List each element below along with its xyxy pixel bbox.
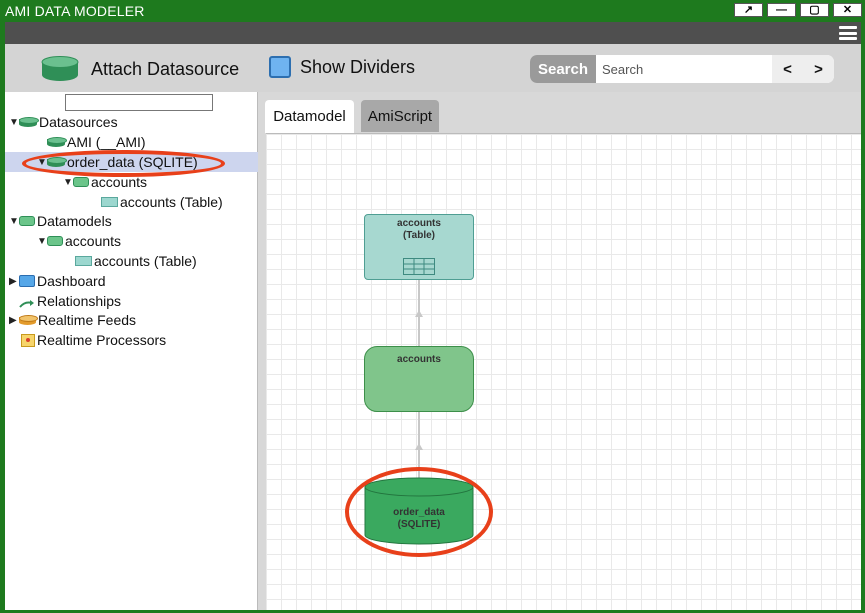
datasource-node-name: order_data — [393, 507, 445, 518]
datasource-node-type: (SQLITE) — [397, 519, 441, 530]
datasource-icon — [47, 156, 67, 168]
tree-item-ami-datasource[interactable]: AMI (__AMI) — [47, 132, 146, 152]
tree-item-dm-accounts[interactable]: ▼ accounts — [37, 231, 121, 251]
tab-datamodel[interactable]: Datamodel — [265, 100, 354, 133]
processor-icon — [21, 333, 35, 347]
tree-item-label: accounts — [65, 233, 122, 249]
datasource-icon — [41, 56, 79, 82]
datamodel-icon — [19, 216, 35, 226]
datasource-icon — [47, 136, 67, 148]
datasource-icon — [19, 116, 39, 128]
tree-item-label: Realtime Feeds — [38, 312, 137, 328]
hamburger-menu-icon[interactable] — [839, 26, 857, 40]
maximize-button[interactable]: ▢ — [800, 3, 829, 17]
tree-item-order-data[interactable]: ▼ order_data (SQLITE) — [5, 152, 258, 172]
collapsed-caret-icon[interactable]: ▶ — [9, 315, 19, 326]
search-bar: Search < > — [530, 55, 834, 83]
popout-button[interactable]: ↗ — [734, 3, 763, 17]
main-panel: Datamodel AmiScript accounts (Table) acc… — [264, 92, 861, 610]
table-node-accounts[interactable]: accounts (Table) — [364, 214, 474, 280]
tree-item-label: Datamodels — [37, 213, 112, 229]
tree-item-relationships[interactable]: Relationships — [19, 291, 121, 311]
tree-item-ds-accounts[interactable]: ▼ accounts — [63, 172, 147, 192]
datamodel-icon — [47, 236, 63, 246]
show-dividers-checkbox[interactable] — [269, 56, 291, 78]
tree-panel: ▼ Datasources AMI (__AMI) ▼ order_data (… — [5, 92, 258, 610]
search-prev-button[interactable]: < — [772, 55, 803, 83]
tree-item-ds-accounts-table[interactable]: accounts (Table) — [101, 192, 223, 212]
tree-item-label: Realtime Processors — [37, 332, 167, 348]
window-title: AMI DATA MODELER — [5, 3, 145, 19]
expanded-caret-icon[interactable]: ▼ — [37, 157, 47, 168]
search-input[interactable] — [596, 55, 772, 83]
datamodel-node-accounts[interactable]: accounts — [364, 346, 474, 412]
expanded-caret-icon[interactable]: ▼ — [63, 177, 73, 188]
toolbar: Attach Datasource Show Dividers Search <… — [5, 44, 861, 92]
tree-item-realtime-processors[interactable]: Realtime Processors — [21, 330, 166, 350]
table-node-name: accounts — [397, 218, 441, 229]
tree-item-realtime-feeds[interactable]: ▶ Realtime Feeds — [9, 310, 136, 330]
tree-item-label: order_data (SQLITE) — [67, 154, 198, 170]
table-icon — [101, 197, 118, 207]
expanded-caret-icon[interactable]: ▼ — [37, 236, 47, 247]
arrow-up-icon — [415, 443, 423, 450]
tab-amiscript[interactable]: AmiScript — [361, 100, 439, 132]
show-dividers-toggle[interactable]: Show Dividers — [269, 56, 415, 78]
tree-item-label: Dashboard — [37, 273, 106, 289]
window-controls: ↗ — ▢ ✕ — [734, 3, 862, 17]
window-titlebar: AMI DATA MODELER ↗ — ▢ ✕ — [0, 0, 865, 22]
feed-icon — [19, 314, 38, 326]
table-grid-icon — [403, 258, 435, 275]
table-icon — [75, 256, 92, 266]
tree-item-dm-accounts-table[interactable]: accounts (Table) — [75, 251, 197, 271]
menu-bar — [5, 22, 861, 44]
tree-filter-input[interactable] — [65, 94, 213, 111]
tree-item-label: accounts — [91, 174, 148, 190]
collapsed-caret-icon[interactable]: ▶ — [9, 276, 19, 287]
datamodel-icon — [73, 177, 89, 187]
tree-item-label: Relationships — [37, 293, 122, 309]
attach-datasource-label: Attach Datasource — [91, 58, 240, 79]
tree-item-label: accounts (Table) — [94, 253, 197, 269]
table-node-type: (Table) — [402, 230, 436, 241]
datasource-node-order-data[interactable]: order_data (SQLITE) — [364, 477, 474, 545]
expanded-caret-icon[interactable]: ▼ — [9, 117, 19, 128]
expanded-caret-icon[interactable]: ▼ — [9, 216, 19, 227]
datamodel-canvas[interactable]: accounts (Table) accounts order_data (SQ… — [266, 133, 861, 610]
search-button[interactable]: Search — [530, 55, 596, 83]
tree-item-datamodels[interactable]: ▼ Datamodels — [9, 211, 112, 231]
tree-item-label: accounts (Table) — [120, 194, 223, 210]
attach-datasource-button[interactable]: Attach Datasource — [41, 56, 239, 82]
tree-item-label: AMI (__AMI) — [67, 134, 146, 150]
close-button[interactable]: ✕ — [833, 3, 862, 17]
datamodel-node-name: accounts — [397, 354, 441, 365]
tree-item-datasources[interactable]: ▼ Datasources — [9, 112, 118, 132]
tree-item-dashboard[interactable]: ▶ Dashboard — [9, 271, 106, 291]
relationship-icon — [19, 296, 35, 308]
dashboard-icon — [19, 275, 35, 287]
arrow-up-icon — [415, 310, 423, 317]
show-dividers-label: Show Dividers — [300, 56, 416, 77]
search-next-button[interactable]: > — [803, 55, 834, 83]
tree-item-label: Datasources — [39, 114, 118, 130]
minimize-button[interactable]: — — [767, 3, 796, 17]
